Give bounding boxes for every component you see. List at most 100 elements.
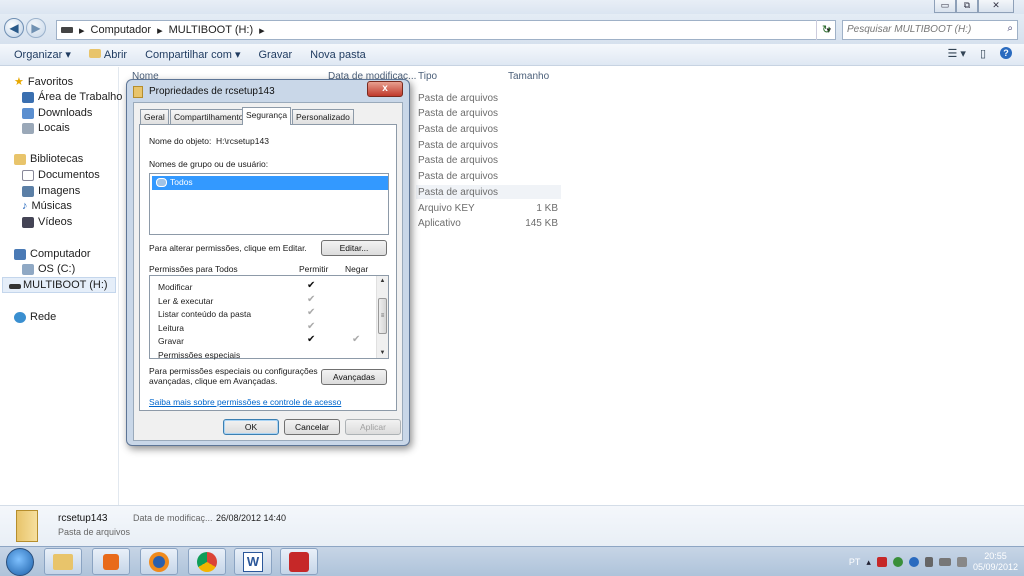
nav-images[interactable]: Imagens [22, 185, 80, 197]
back-button[interactable]: ◀ [4, 18, 24, 38]
nav-places[interactable]: Locais [22, 122, 70, 134]
taskbar-media-player[interactable] [92, 548, 130, 575]
tab-sharing[interactable]: Compartilhamento [170, 109, 248, 124]
nav-label: Músicas [31, 200, 72, 212]
nav-multiboot-drive[interactable]: MULTIBOOT (H:) [2, 277, 116, 293]
nav-label: MULTIBOOT (H:) [23, 279, 108, 291]
views-button[interactable]: ☰ ▾ [947, 47, 965, 60]
allow-check-icon: ✔ [307, 294, 316, 305]
search-icon[interactable]: ⌕ [1007, 23, 1013, 34]
close-window-button[interactable]: ✕ [978, 0, 1014, 13]
file-type[interactable]: Pasta de arquivos [418, 124, 498, 135]
breadcrumb-computer[interactable]: Computador [91, 24, 152, 36]
file-type[interactable]: Pasta de arquivos [418, 108, 498, 119]
nav-computer[interactable]: Computador [14, 248, 91, 260]
navigation-pane: ★ Favoritos Área de Trabalho Downloads Lo… [0, 67, 122, 505]
list-item[interactable]: Todos [152, 176, 388, 190]
scroll-down-icon[interactable]: ▼ [377, 348, 388, 358]
group-user-list[interactable]: Todos [149, 173, 389, 235]
tray-arrow-icon[interactable]: ▴ [866, 557, 871, 568]
file-type[interactable]: Pasta de arquivos [418, 171, 498, 182]
special-perm-text-2: avançadas, clique em Avançadas. [149, 376, 278, 386]
nav-network[interactable]: Rede [14, 311, 56, 323]
minimize-button[interactable]: ▭ [934, 0, 956, 13]
refresh-icon[interactable]: ↻ [816, 20, 836, 40]
taskbar-pdf-reader[interactable] [280, 548, 318, 575]
nav-documents[interactable]: Documentos [22, 169, 100, 181]
scroll-thumb[interactable]: ≡ [378, 298, 387, 334]
tray-update-icon[interactable] [908, 557, 919, 567]
permissions-scrollbar[interactable]: ▲ ≡ ▼ [376, 276, 388, 358]
new-folder-button[interactable]: Nova pasta [310, 49, 366, 61]
volume-muted-icon[interactable] [956, 557, 967, 567]
file-type[interactable]: Arquivo KEY [418, 203, 475, 214]
taskbar-firefox[interactable] [140, 548, 178, 575]
column-type[interactable]: Tipo [418, 71, 437, 82]
nav-favorites[interactable]: ★ Favoritos [14, 75, 73, 89]
taskbar-chrome[interactable] [188, 548, 226, 575]
tab-custom[interactable]: Personalizado [292, 109, 354, 124]
open-button[interactable]: Abrir [88, 48, 127, 61]
dialog-body: Geral Compartilhamento Segurança Persona… [133, 102, 403, 441]
permission-name: Leitura [158, 323, 184, 333]
word-icon: W [243, 551, 263, 572]
nav-videos[interactable]: Vídeos [22, 216, 72, 228]
address-bar-area: ◀ ▶ ▸ Computador ▸ MULTIBOOT (H:) ▸ ▾ ↻ … [0, 14, 1024, 44]
media-player-icon [103, 553, 119, 570]
tab-general[interactable]: Geral [140, 109, 169, 124]
start-button[interactable] [6, 548, 34, 576]
drive-icon [22, 263, 34, 275]
preview-pane-button[interactable]: ▯ [980, 47, 986, 60]
address-separator: ▸ [79, 24, 85, 37]
permission-name: Permissões especiais [158, 350, 241, 360]
network-signal-icon[interactable] [938, 558, 951, 566]
maximize-button[interactable]: ⧉ [956, 0, 978, 13]
nav-label: Documentos [38, 169, 100, 181]
dialog-close-button[interactable]: x [367, 81, 403, 97]
chrome-icon [197, 551, 217, 572]
share-button[interactable]: Compartilhar com ▾ [145, 48, 240, 61]
scroll-up-icon[interactable]: ▲ [377, 276, 388, 286]
help-icon[interactable]: ? [1000, 47, 1012, 59]
tray-security-icon[interactable] [892, 557, 903, 567]
file-type[interactable]: Aplicativo [418, 218, 461, 229]
taskbar: W PT ▴ 20:55 05/09/2012 [0, 546, 1024, 576]
advanced-button[interactable]: Avançadas [321, 369, 387, 385]
apply-button[interactable]: Aplicar [345, 419, 401, 435]
edit-button[interactable]: Editar... [321, 240, 387, 256]
file-type[interactable]: Pasta de arquivos [418, 140, 498, 151]
nav-label: Imagens [38, 185, 81, 197]
details-pane: rcsetup143 Pasta de arquivos Data de mod… [0, 505, 1024, 546]
language-indicator[interactable]: PT [849, 557, 861, 567]
tab-security[interactable]: Segurança [242, 107, 292, 125]
burn-button[interactable]: Gravar [259, 49, 293, 61]
nav-label: Computador [30, 248, 91, 260]
clock[interactable]: 20:55 05/09/2012 [973, 551, 1018, 573]
details-name: rcsetup143 [58, 513, 108, 524]
nav-downloads[interactable]: Downloads [22, 107, 92, 119]
file-type[interactable]: Pasta de arquivos [418, 187, 498, 198]
libraries-icon [14, 153, 26, 165]
tray-flag-icon[interactable] [876, 557, 887, 567]
nav-libraries[interactable]: Bibliotecas [14, 153, 83, 165]
forward-button[interactable]: ▶ [26, 18, 46, 38]
taskbar-word[interactable]: W [234, 548, 272, 575]
taskbar-explorer[interactable] [44, 548, 82, 575]
file-type[interactable]: Pasta de arquivos [418, 93, 498, 104]
search-input[interactable]: Pesquisar MULTIBOOT (H:) ⌕ [842, 20, 1018, 40]
cancel-button[interactable]: Cancelar [284, 419, 340, 435]
column-size[interactable]: Tamanho [508, 71, 549, 82]
ok-button[interactable]: OK [223, 419, 279, 435]
organize-button[interactable]: Organizar ▾ [14, 48, 71, 61]
permission-name: Gravar [158, 336, 184, 346]
learn-more-link[interactable]: Saiba mais sobre permissões e controle d… [149, 397, 341, 407]
allow-check-icon: ✔ [307, 307, 316, 318]
nav-music[interactable]: ♪ Músicas [22, 200, 72, 212]
tray-device-icon[interactable] [924, 557, 933, 567]
address-field[interactable]: ▸ Computador ▸ MULTIBOOT (H:) ▸ ▾ [56, 20, 836, 40]
file-type[interactable]: Pasta de arquivos [418, 155, 498, 166]
nav-os-drive[interactable]: OS (C:) [22, 263, 75, 275]
nav-desktop[interactable]: Área de Trabalho [22, 91, 122, 103]
change-perm-text: Para alterar permissões, clique em Edita… [149, 243, 307, 253]
breadcrumb-multiboot[interactable]: MULTIBOOT (H:) [169, 24, 254, 36]
